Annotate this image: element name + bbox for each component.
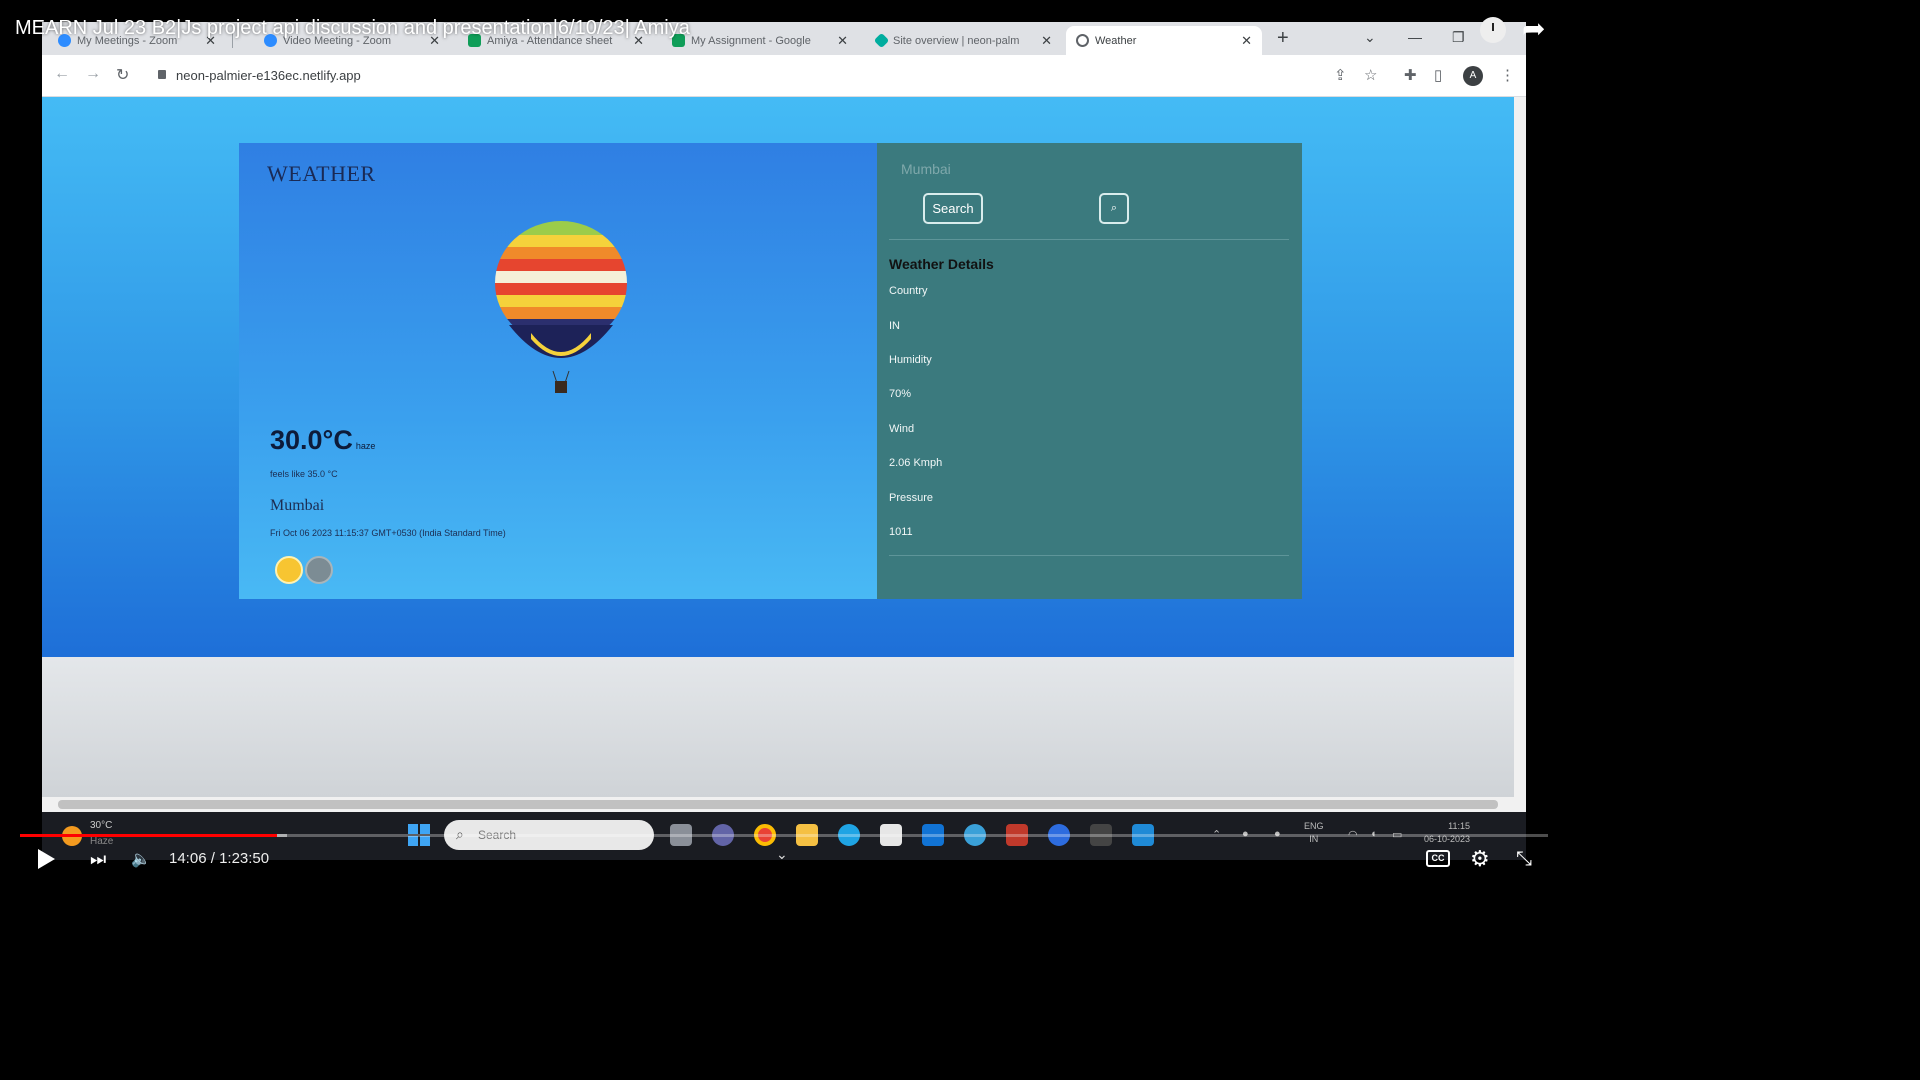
tab-label: Site overview | neon-palm [893, 34, 1020, 47]
weather-details-panel: Mumbai Search ⌕ Weather Details Country … [877, 143, 1302, 599]
side-panel-icon[interactable]: ▯ [1434, 66, 1442, 84]
url-field[interactable]: neon-palmier-e136ec.netlify.app [176, 68, 361, 83]
condition-label: haze [355, 441, 376, 451]
search-icon-button[interactable]: ⌕ [1099, 193, 1129, 224]
detail-value-pressure: 1011 [889, 526, 913, 538]
tab-site-overview[interactable]: Site overview | neon-palm ✕ [866, 26, 1062, 55]
tab-label: Weather [1095, 34, 1137, 47]
scroll-thumb[interactable] [58, 800, 1498, 809]
temperature-value: 30.0°C [270, 425, 353, 455]
browser-window: My Meetings - Zoom ✕ Video Meeting - Zoo… [42, 22, 1526, 812]
details-heading: Weather Details [889, 256, 994, 272]
settings-gear-icon[interactable]: ⚙ [1470, 846, 1490, 872]
tab-assignment[interactable]: My Assignment - Google ✕ [662, 26, 858, 55]
current-time: 14:06 [169, 850, 207, 867]
lock-icon [158, 70, 166, 79]
profile-avatar[interactable]: A [1463, 66, 1483, 86]
search-icon: ⌕ [1110, 202, 1118, 214]
page-background [42, 657, 1514, 797]
temperature-readout: 30.0°C haze [270, 425, 375, 456]
detail-label-country: Country [889, 285, 928, 297]
exit-fullscreen-icon[interactable]: ⤡ [1516, 848, 1532, 871]
close-icon[interactable]: ✕ [837, 33, 848, 49]
back-icon[interactable]: ← [54, 65, 70, 83]
globe-icon [1076, 34, 1089, 47]
page-viewport: WEATHER 30.0°C haze feels like 35.0 °C M… [42, 97, 1514, 657]
app-title: WEATHER [267, 161, 376, 186]
total-time: 1:23:50 [219, 850, 270, 867]
datetime-text: Fri Oct 06 2023 11:15:37 GMT+0530 (India… [270, 528, 506, 538]
divider [889, 555, 1289, 556]
progress-bar[interactable] [20, 834, 1548, 837]
tab-search-icon[interactable]: ⌄ [1364, 29, 1376, 46]
taskbar-condition: Haze [90, 836, 114, 847]
detail-value-humidity: 70% [889, 388, 912, 400]
system-clock[interactable]: 11:15 06-10-2023 [1422, 820, 1470, 846]
tab-label: My Assignment - Google [691, 34, 811, 47]
partly-cloudy-icon [275, 556, 303, 584]
restore-icon[interactable]: ❐ [1452, 29, 1465, 46]
detail-label-wind: Wind [889, 423, 915, 435]
minimize-icon[interactable]: — [1408, 29, 1422, 45]
search-button[interactable]: Search [923, 193, 983, 224]
detail-label-humidity: Humidity [889, 354, 932, 366]
close-icon[interactable]: ✕ [1241, 33, 1252, 49]
language-code: ENG [1304, 821, 1324, 831]
youtube-player: My Meetings - Zoom ✕ Video Meeting - Zoo… [0, 0, 1568, 882]
horizontal-scrollbar[interactable] [42, 797, 1526, 812]
divider [889, 239, 1289, 240]
address-bar: ← → ↻ neon-palmier-e136ec.netlify.app ⇪ … [42, 55, 1526, 97]
volume-icon[interactable]: 🔈 [131, 849, 151, 869]
city-name: Mumbai [270, 497, 325, 514]
chevron-down-icon[interactable]: ⌄ [776, 846, 788, 863]
feels-like-text: feels like 35.0 °C [270, 469, 338, 479]
detail-value-wind: 2.06 Kmph [889, 457, 943, 469]
hot-air-balloon-image [495, 221, 627, 393]
menu-kebab-icon[interactable]: ⋮ [1500, 66, 1515, 84]
time-display: 14:06 / 1:23:50 [169, 850, 269, 867]
vertical-scrollbar[interactable] [1514, 97, 1526, 797]
reload-icon[interactable]: ↻ [116, 65, 129, 85]
forward-icon[interactable]: → [85, 65, 101, 83]
share-arrow-icon[interactable]: ➦ [1522, 12, 1545, 45]
weather-card: WEATHER 30.0°C haze feels like 35.0 °C M… [239, 143, 1302, 599]
detail-label-pressure: Pressure [889, 492, 934, 504]
city-search-input[interactable]: Mumbai [901, 161, 951, 177]
next-button[interactable]: ⏭ [90, 849, 106, 870]
weather-main-panel: WEATHER 30.0°C haze feels like 35.0 °C M… [239, 143, 877, 599]
close-icon[interactable]: ✕ [1041, 33, 1052, 49]
time-separator: / [210, 850, 215, 867]
progress-played [20, 834, 277, 837]
detail-value-country: IN [889, 320, 900, 332]
new-tab-button[interactable]: + [1277, 27, 1289, 50]
wind-icon [305, 556, 333, 584]
play-button[interactable] [38, 849, 55, 869]
clock-time: 11:15 [1448, 821, 1470, 831]
watch-later-icon[interactable] [1480, 17, 1506, 43]
video-title[interactable]: MEARN Jul 23 B2|Js project api discussio… [15, 17, 690, 40]
taskbar-temperature: 30°C [90, 820, 113, 831]
language-indicator[interactable]: ENG IN [1304, 820, 1324, 846]
bookmark-star-icon[interactable]: ☆ [1364, 66, 1377, 84]
share-icon[interactable]: ⇪ [1334, 66, 1347, 84]
subtitles-button[interactable]: CC [1426, 850, 1450, 867]
tab-weather[interactable]: Weather ✕ [1066, 26, 1262, 55]
netlify-icon [873, 32, 890, 49]
extensions-icon[interactable]: ✚ [1404, 66, 1417, 84]
